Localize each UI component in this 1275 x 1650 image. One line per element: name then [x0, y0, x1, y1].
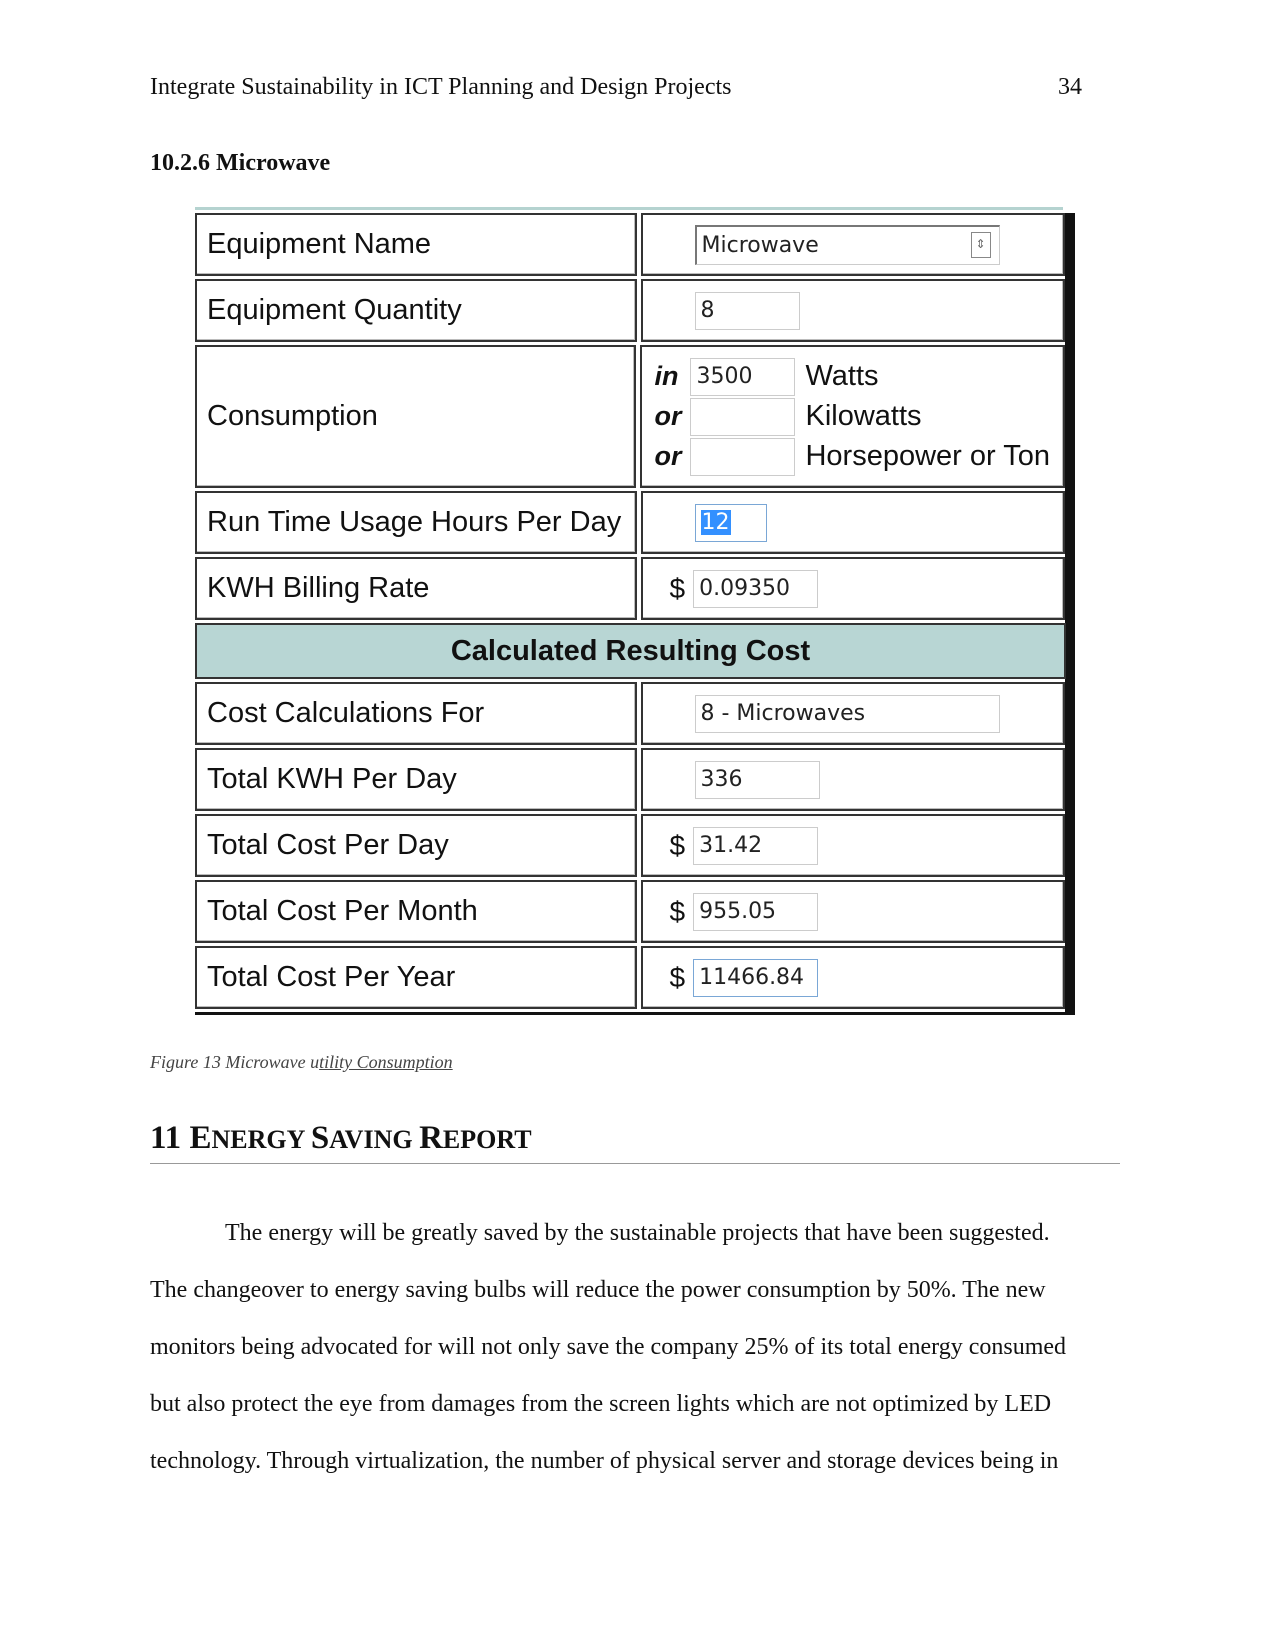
cost-per-day-label: Total Cost Per Day: [195, 814, 637, 877]
equipment-quantity-cell: 8: [640, 279, 1065, 342]
cost-per-year-label: Total Cost Per Year: [195, 946, 637, 1009]
dollar-sign: $: [669, 961, 686, 993]
figure-caption: Figure 13 Microwave utility Consumption: [150, 1052, 453, 1073]
equipment-name-cell: Microwave ⇕: [640, 213, 1065, 276]
row-consumption: Consumption in 3500 Watts or Kilowatts o…: [195, 345, 1065, 488]
equipment-quantity-label: Equipment Quantity: [195, 279, 637, 342]
header-title: Integrate Sustainability in ICT Planning…: [150, 74, 732, 100]
watts-unit-label: Watts: [805, 360, 879, 392]
billing-rate-cell: $ 0.09350: [640, 557, 1065, 620]
form-top-border: [195, 207, 1063, 210]
equipment-name-value: Microwave: [701, 232, 819, 258]
dollar-sign: $: [669, 895, 686, 927]
page-number: 34: [1058, 74, 1082, 100]
cost-per-month-label: Total Cost Per Month: [195, 880, 637, 943]
title-cap: R: [419, 1120, 443, 1156]
paragraph-line: The changeover to energy saving bulbs wi…: [150, 1277, 1046, 1303]
run-time-cell: 12: [640, 491, 1065, 554]
cost-for-label: Cost Calculations For: [195, 682, 637, 745]
cost-per-month-output: 955.05: [693, 892, 819, 931]
kilowatts-unit-label: Kilowatts: [805, 400, 922, 432]
kwh-per-day-label: Total KWH Per Day: [195, 748, 637, 811]
equipment-quantity-input[interactable]: 8: [694, 291, 800, 330]
paragraph-line: but also protect the eye from damages fr…: [150, 1391, 1052, 1417]
row-cost-per-day: Total Cost Per Day $ 31.42: [195, 814, 1065, 877]
consumption-label: Consumption: [195, 345, 637, 488]
title-cap: S: [310, 1120, 330, 1156]
billing-rate-label: KWH Billing Rate: [195, 557, 637, 620]
cost-per-day-output: 31.42: [693, 826, 819, 865]
cost-per-month-cell: $ 955.05: [640, 880, 1065, 943]
dropdown-spinner-icon[interactable]: ⇕: [970, 232, 991, 258]
title-cap: E: [189, 1120, 212, 1156]
equipment-name-label: Equipment Name: [195, 213, 637, 276]
chapter-number: 11: [150, 1120, 182, 1156]
run-time-input[interactable]: 12: [694, 503, 767, 542]
row-cost-for: Cost Calculations For 8 - Microwaves: [195, 682, 1065, 745]
horsepower-input[interactable]: [690, 437, 796, 476]
consumption-prefix: or: [654, 401, 682, 431]
row-run-time: Run Time Usage Hours Per Day 12: [195, 491, 1065, 554]
consumption-cell: in 3500 Watts or Kilowatts or Horsepower…: [640, 345, 1065, 488]
title-smallcaps: NERGY: [211, 1125, 311, 1154]
consumption-horsepower-row: or Horsepower or Ton: [654, 437, 1050, 477]
caption-text: Figure 13 Microwave u: [150, 1052, 320, 1072]
calculator-form: Equipment Name Microwave ⇕ Equipment Qua…: [195, 213, 1075, 1015]
cost-per-year-cell: $ 11466.84: [640, 946, 1065, 1009]
watts-input[interactable]: 3500: [690, 357, 796, 396]
heading-rule: [150, 1163, 1120, 1164]
energy-cost-calculator-figure: Equipment Name Microwave ⇕ Equipment Qua…: [195, 207, 1075, 1015]
body-paragraph: The energy will be greatly saved by the …: [150, 1205, 1090, 1490]
cost-for-output: 8 - Microwaves: [694, 694, 1000, 733]
caption-text-underlined: tility Consumption: [319, 1052, 453, 1072]
paragraph-line: The energy will be greatly saved by the …: [225, 1220, 1050, 1246]
consumption-prefix: or: [654, 441, 682, 471]
results-heading: Calculated Resulting Cost: [195, 623, 1066, 679]
equipment-name-select[interactable]: Microwave ⇕: [694, 224, 1000, 265]
dollar-sign: $: [669, 572, 686, 604]
row-billing-rate: KWH Billing Rate $ 0.09350: [195, 557, 1065, 620]
row-cost-per-month: Total Cost Per Month $ 955.05: [195, 880, 1065, 943]
consumption-kilowatts-row: or Kilowatts: [654, 397, 922, 437]
cost-for-cell: 8 - Microwaves: [640, 682, 1065, 745]
chapter-title: ENERGY SAVING REPORT: [189, 1120, 531, 1156]
row-cost-per-year: Total Cost Per Year $ 11466.84: [195, 946, 1065, 1009]
row-equipment-quantity: Equipment Quantity 8: [195, 279, 1065, 342]
row-equipment-name: Equipment Name Microwave ⇕: [195, 213, 1065, 276]
horsepower-unit-label: Horsepower or Ton: [805, 440, 1050, 472]
run-time-label: Run Time Usage Hours Per Day: [195, 491, 637, 554]
paragraph-line: monitors being advocated for will not on…: [150, 1334, 1067, 1360]
title-smallcaps: AVING: [329, 1125, 420, 1154]
cost-per-year-output: 11466.84: [693, 958, 819, 997]
consumption-watts-row: in 3500 Watts: [654, 357, 879, 397]
dollar-sign: $: [669, 829, 686, 861]
paragraph-line: technology. Through virtualization, the …: [150, 1448, 1059, 1474]
billing-rate-input[interactable]: 0.09350: [693, 569, 819, 608]
form-bottom-border: [195, 1009, 1065, 1015]
title-smallcaps: EPORT: [442, 1125, 532, 1154]
consumption-prefix: in: [654, 361, 679, 391]
cost-per-day-cell: $ 31.42: [640, 814, 1065, 877]
kilowatts-input[interactable]: [690, 397, 796, 436]
row-kwh-per-day: Total KWH Per Day 336: [195, 748, 1065, 811]
run-time-value-selected: 12: [700, 510, 731, 535]
section-title: 10.2.6 Microwave: [150, 150, 331, 176]
chapter-heading: 11 ENERGY SAVING REPORT: [150, 1120, 532, 1157]
kwh-per-day-output: 336: [694, 760, 820, 799]
kwh-per-day-cell: 336: [640, 748, 1065, 811]
